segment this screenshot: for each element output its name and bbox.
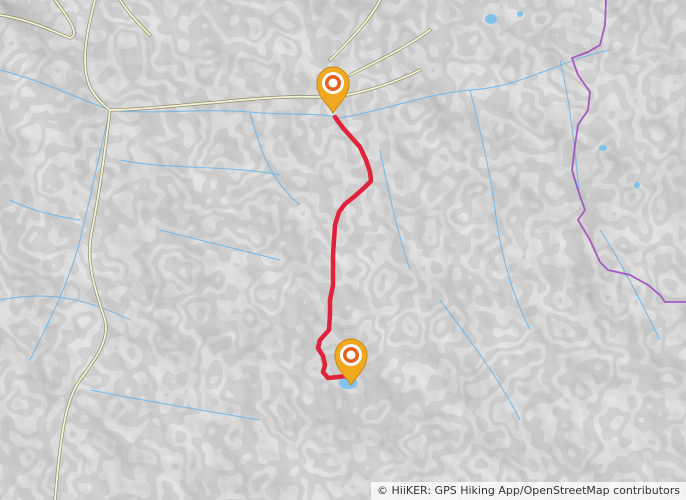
lake xyxy=(517,11,523,17)
map-canvas[interactable] xyxy=(0,0,686,500)
lake xyxy=(599,145,607,151)
map-attribution[interactable]: © HiiKER: GPS Hiking App/OpenStreetMap c… xyxy=(371,482,686,500)
map-view[interactable]: © HiiKER: GPS Hiking App/OpenStreetMap c… xyxy=(0,0,686,500)
lake xyxy=(634,182,640,188)
lake xyxy=(485,14,497,24)
